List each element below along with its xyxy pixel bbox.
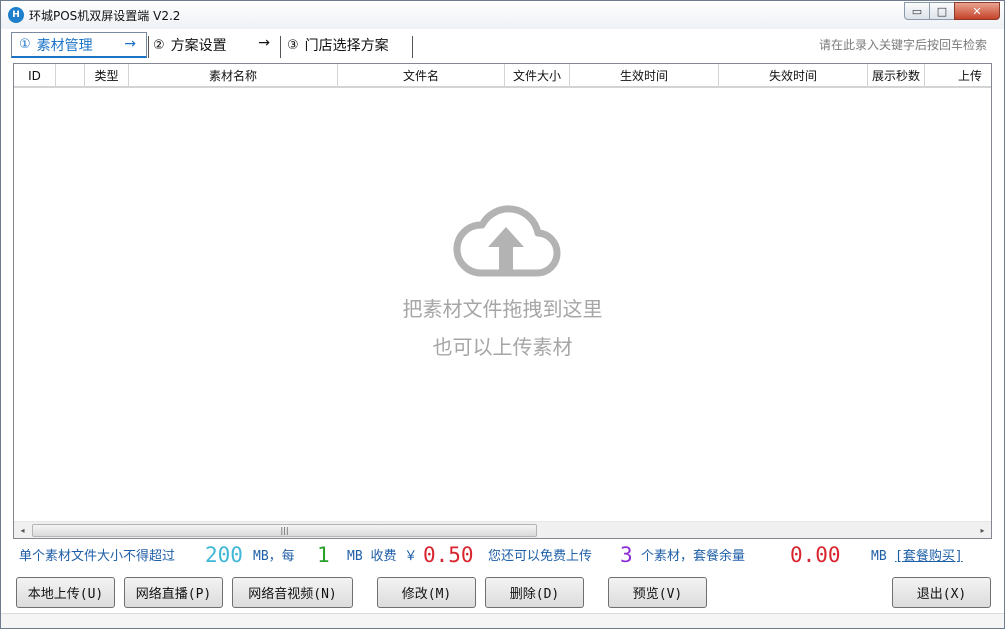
info-text: 个素材，套餐余量 [641,544,745,570]
app-window: H 环城POS机双屏设置端 V2.2 ▭ □ ✕ ① 素材管理 → ② 方案设置… [0,0,1005,629]
drop-zone[interactable]: 把素材文件拖拽到这里 也可以上传素材 [14,88,991,522]
maximize-button[interactable]: □ [929,2,955,20]
tab-strip: ① 素材管理 → ② 方案设置 → ③ 门店选择方案 请在此录入关键字后按回车检… [9,32,999,58]
scroll-left-icon[interactable]: ◂ [14,522,31,539]
cloud-upload-icon [450,203,562,283]
tab-label: 素材管理 [37,35,93,55]
close-icon: ✕ [972,5,981,18]
column-display-seconds[interactable]: 展示秒数 [868,64,925,88]
tab-number: ① [19,37,31,52]
table-header: ID 类型 素材名称 文件名 文件大小 生效时间 失效时间 展示秒数 上传 [14,64,991,88]
column-type[interactable]: 类型 [85,64,129,88]
fee-value: 0.50 [423,542,474,568]
edit-button[interactable]: 修改(M) [377,577,476,608]
max-size-value: 200 [205,542,243,568]
minimize-icon: ▭ [912,5,922,18]
drop-hint-primary: 把素材文件拖拽到这里 [14,293,991,322]
scrollbar-thumb[interactable]: ||| [32,524,537,537]
window-controls: ▭ □ ✕ [905,2,1000,20]
tab-label: 门店选择方案 [305,35,389,55]
material-list[interactable]: ID 类型 素材名称 文件名 文件大小 生效时间 失效时间 展示秒数 上传 把素… [13,63,992,539]
minimize-button[interactable]: ▭ [904,2,930,20]
column-file-name[interactable]: 文件名 [338,64,505,88]
info-text: 您还可以免费上传 [488,544,592,570]
arrow-right-icon: → [124,36,136,52]
app-logo-icon: H [8,7,24,23]
maximize-icon: □ [937,5,947,18]
preview-button[interactable]: 预览(V) [608,577,707,608]
window-title: 环城POS机双屏设置端 V2.2 [29,7,180,24]
column-id[interactable]: ID [14,64,56,88]
column-material-name[interactable]: 素材名称 [129,64,338,88]
title-bar[interactable]: H 环城POS机双屏设置端 V2.2 ▭ □ ✕ [1,1,1004,29]
scroll-right-icon[interactable]: ▸ [974,522,991,539]
column-expire-time[interactable]: 失效时间 [719,64,868,88]
close-button[interactable]: ✕ [954,2,1000,20]
remaining-value: 0.00 [790,542,841,568]
delete-button[interactable]: 删除(D) [485,577,584,608]
per-mb-value: 1 [317,542,330,568]
live-stream-button[interactable]: 网络直播(P) [124,577,223,608]
tab-material-management[interactable]: ① 素材管理 → [11,32,147,58]
column-file-size[interactable]: 文件大小 [505,64,570,88]
quota-info: 单个素材文件大小不得超过 200 MB，每 1 MB 收费 ￥ 0.50 您还可… [19,544,999,570]
tab-number: ② [153,38,165,53]
search-input[interactable]: 请在此录入关键字后按回车检索 [819,36,987,53]
info-text: MB，每 [253,544,295,570]
buy-package-link[interactable]: [套餐购买] [895,544,963,570]
free-count-value: 3 [620,542,633,568]
info-text: MB [871,544,887,570]
drop-hint-secondary: 也可以上传素材 [14,331,991,360]
tab-plan-settings[interactable]: ② 方案设置 → [146,32,280,58]
info-text: MB 收费 ￥ [347,544,417,570]
arrow-right-icon: → [258,35,270,51]
exit-button[interactable]: 退出(X) [892,577,991,608]
status-bar [1,613,1004,628]
info-text: 单个素材文件大小不得超过 [19,544,175,570]
tab-number: ③ [287,38,299,53]
net-av-button[interactable]: 网络音视频(N) [232,577,353,608]
local-upload-button[interactable]: 本地上传(U) [16,577,115,608]
tab-divider [412,36,413,58]
column-upload[interactable]: 上传 [925,64,991,88]
column-effective-time[interactable]: 生效时间 [570,64,719,88]
tab-store-plan[interactable]: ③ 门店选择方案 [280,32,412,58]
tab-label: 方案设置 [171,35,227,55]
column-blank[interactable] [56,64,85,88]
horizontal-scrollbar[interactable]: ◂ ||| ▸ [14,521,991,538]
